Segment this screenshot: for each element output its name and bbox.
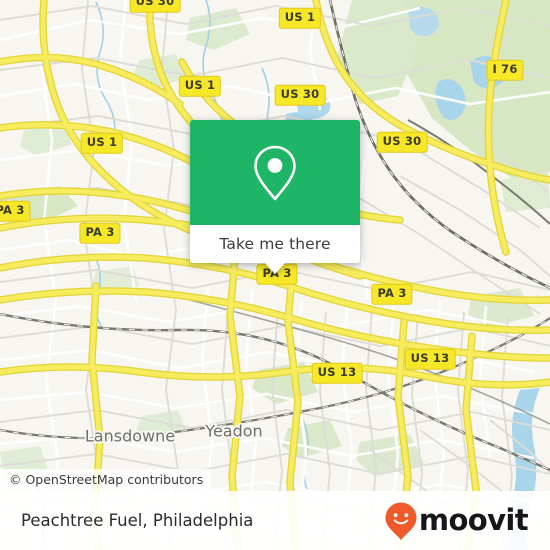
callout-header (190, 120, 360, 225)
callout-action[interactable]: Take me there (190, 225, 360, 263)
callout-action-label: Take me there (219, 235, 331, 253)
callout-tail (265, 263, 285, 274)
place-label: Yeadon (205, 421, 263, 441)
road-shield: I 76 (486, 59, 524, 81)
map-canvas[interactable]: US 30 US 1 US 1 US 30 I 76 US 1 US 30 PA 3 PA 3 P… (0, 0, 550, 550)
road-shield: US 30 (129, 0, 181, 13)
place-title: Peachtree Fuel, Philadelphia (21, 511, 254, 530)
location-callout[interactable]: Take me there (190, 120, 360, 274)
moovit-wordmark: moovit (418, 503, 529, 537)
road-shield: US 30 (274, 84, 326, 106)
road-shield: PA 3 (371, 283, 413, 305)
road-shield: US 13 (311, 362, 363, 384)
road-shield: PA 3 (0, 200, 31, 222)
moovit-logo[interactable]: moovit (384, 501, 529, 541)
road-shield: US 1 (178, 75, 222, 97)
place-label: Lansdowne (84, 426, 176, 446)
road-shield: US 1 (80, 132, 124, 154)
map-attribution[interactable]: © OpenStreetMap contributors (0, 469, 212, 491)
bottom-bar: Peachtree Fuel, Philadelphia moovit (0, 491, 550, 550)
map-pin-icon (254, 145, 296, 200)
road-shield: PA 3 (79, 222, 121, 244)
road-shield: US 13 (404, 348, 456, 370)
map-screen: US 30 US 1 US 1 US 30 I 76 US 1 US 30 PA 3 PA 3 P… (0, 0, 550, 550)
road-shield: US 30 (376, 131, 428, 153)
moovit-pin-icon (385, 502, 417, 540)
road-shield: US 1 (278, 7, 322, 29)
